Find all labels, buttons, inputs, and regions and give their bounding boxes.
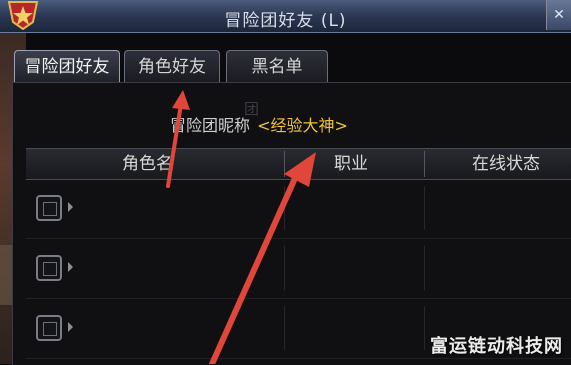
- annotation-arrows: [166, 90, 316, 364]
- annotation-arrow-nickname: [209, 152, 316, 364]
- watermark: 富运链动科技网: [430, 336, 563, 357]
- annotation-arrow-tab: [166, 90, 190, 188]
